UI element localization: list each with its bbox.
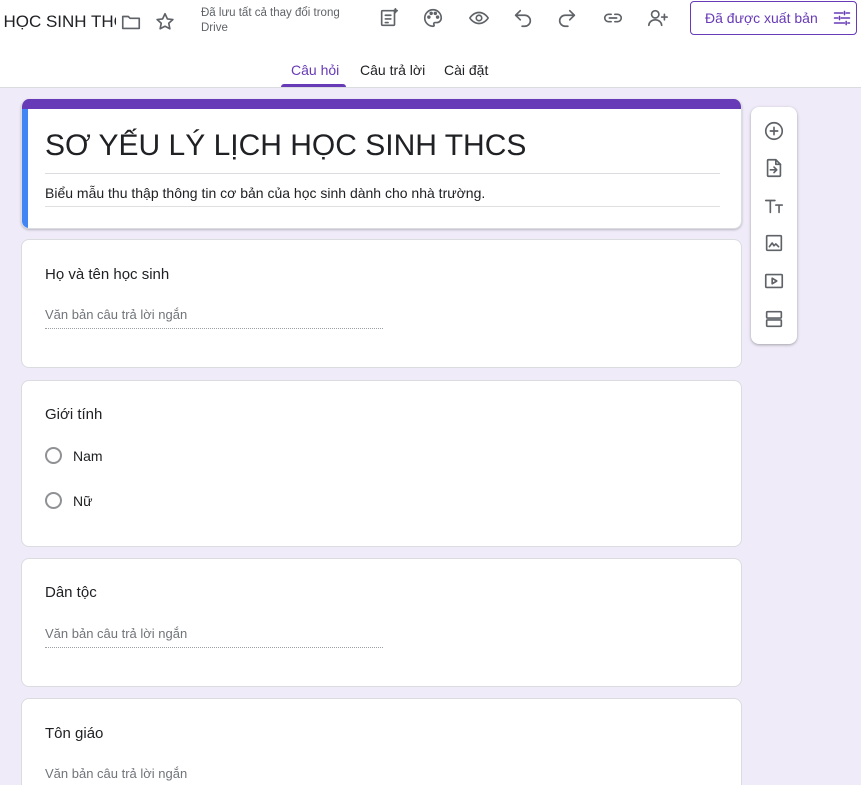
add-question-icon[interactable] [762, 119, 786, 143]
selected-card-indicator [22, 109, 28, 228]
short-answer-placeholder: Văn bản câu trả lời ngắn [45, 766, 383, 785]
question-card[interactable]: Tôn giáo Văn bản câu trả lời ngắn [21, 698, 742, 785]
tab-responses[interactable]: Câu trả lời [360, 62, 425, 88]
radio-option-label: Nam [73, 447, 103, 464]
question-title: Giới tính [45, 406, 103, 423]
question-title: Dân tộc [45, 584, 97, 601]
active-tab-indicator [281, 84, 346, 87]
form-description[interactable]: Biểu mẫu thu thập thông tin cơ bản của h… [45, 185, 720, 207]
undo-icon[interactable] [509, 4, 537, 32]
published-button[interactable]: Đã được xuất bản [690, 1, 857, 35]
tune-icon [833, 10, 850, 26]
app-header: I HỌC SINH THCS Đã lưu tất cả thay đổi t… [0, 0, 861, 88]
radio-option[interactable]: Nữ [45, 492, 92, 509]
published-label: Đã được xuất bản [705, 10, 818, 26]
redo-icon[interactable] [553, 4, 581, 32]
question-card[interactable]: Dân tộc Văn bản câu trả lời ngắn [21, 558, 742, 687]
tab-bar: Câu hỏi Câu trả lời Cài đặt [0, 54, 861, 88]
question-title: Họ và tên học sinh [45, 266, 170, 283]
import-questions-icon[interactable] [762, 156, 786, 180]
add-collaborator-icon[interactable] [644, 4, 672, 32]
floating-toolbar [751, 107, 797, 344]
document-title[interactable]: I HỌC SINH THCS [0, 10, 116, 34]
question-card[interactable]: Giới tính Nam Nữ [21, 380, 742, 547]
folder-icon[interactable] [117, 8, 145, 36]
tab-settings[interactable]: Cài đặt [444, 62, 488, 88]
question-title: Tôn giáo [45, 725, 104, 742]
preview-eye-icon[interactable] [465, 4, 493, 32]
radio-option-label: Nữ [73, 492, 93, 509]
add-image-icon[interactable] [762, 231, 786, 255]
palette-icon[interactable] [419, 4, 447, 32]
star-icon[interactable] [151, 8, 179, 36]
radio-option[interactable]: Nam [45, 447, 103, 464]
title-card-accent-bar [22, 99, 741, 109]
short-answer-placeholder: Văn bản câu trả lời ngắn [45, 626, 383, 648]
add-title-icon[interactable] [762, 194, 786, 218]
add-section-icon[interactable] [762, 307, 786, 331]
ai-form-icon[interactable] [375, 4, 403, 32]
link-icon[interactable] [599, 4, 627, 32]
form-title[interactable]: SƠ YẾU LÝ LỊCH HỌC SINH THCS [45, 129, 720, 174]
form-title-card[interactable]: SƠ YẾU LÝ LỊCH HỌC SINH THCS Biểu mẫu th… [21, 99, 742, 229]
save-status: Đã lưu tất cả thay đổi trong Drive [201, 7, 340, 34]
question-card[interactable]: Họ và tên học sinh Văn bản câu trả lời n… [21, 239, 742, 368]
add-video-icon[interactable] [762, 269, 786, 293]
radio-button[interactable] [45, 492, 62, 509]
radio-button[interactable] [45, 447, 62, 464]
short-answer-placeholder: Văn bản câu trả lời ngắn [45, 307, 383, 329]
